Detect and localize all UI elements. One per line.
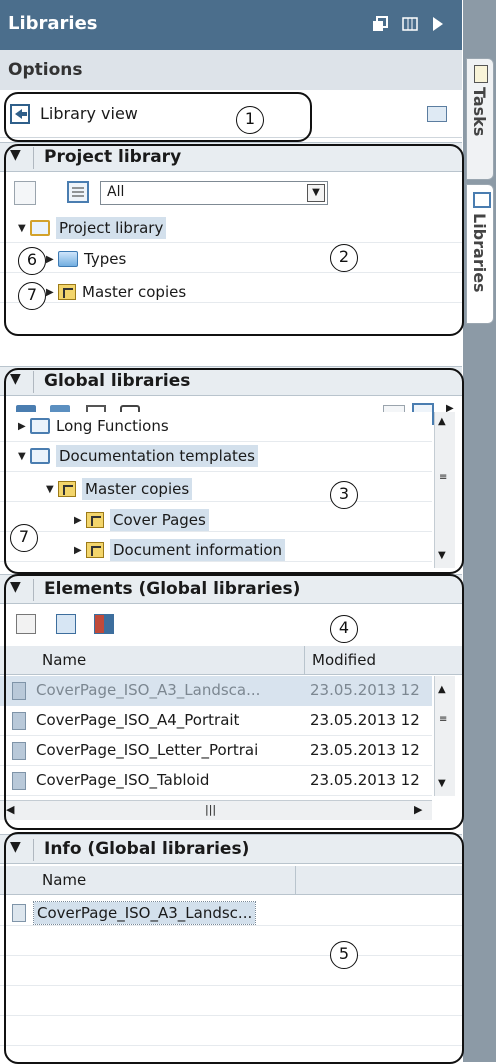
callout-number-4: 4 bbox=[330, 615, 358, 643]
callout-number-6: 6 bbox=[18, 247, 46, 275]
callout-number-5: 5 bbox=[330, 941, 358, 969]
callout-number-2: 2 bbox=[330, 244, 358, 272]
options-label: Options bbox=[8, 60, 83, 80]
callout-box-library-view bbox=[4, 92, 312, 142]
collapse-pane-icon[interactable] bbox=[432, 16, 448, 32]
callout-number-3: 3 bbox=[330, 481, 358, 509]
callout-box-project-library bbox=[4, 144, 464, 336]
float-window-icon[interactable] bbox=[372, 16, 388, 32]
callout-box-global-libraries bbox=[4, 368, 464, 574]
callout-box-info bbox=[4, 832, 464, 1064]
tab-tasks[interactable]: Tasks bbox=[466, 58, 494, 180]
callout-number-1: 1 bbox=[236, 106, 264, 134]
library-view-panel-icon[interactable] bbox=[427, 106, 447, 122]
tab-tasks-label: Tasks bbox=[470, 87, 489, 137]
libraries-titlebar: Libraries bbox=[0, 0, 462, 50]
callout-box-elements bbox=[4, 574, 464, 830]
book-icon bbox=[473, 192, 491, 208]
callout-number-7b: 7 bbox=[10, 524, 38, 552]
split-view-icon[interactable] bbox=[402, 16, 418, 32]
tab-libraries[interactable]: Libraries bbox=[466, 184, 494, 324]
tab-libraries-label: Libraries bbox=[470, 213, 489, 293]
options-header: Options bbox=[0, 50, 462, 90]
libraries-title: Libraries bbox=[8, 13, 98, 34]
callout-number-7: 7 bbox=[18, 282, 46, 310]
tasks-icon bbox=[474, 65, 488, 83]
